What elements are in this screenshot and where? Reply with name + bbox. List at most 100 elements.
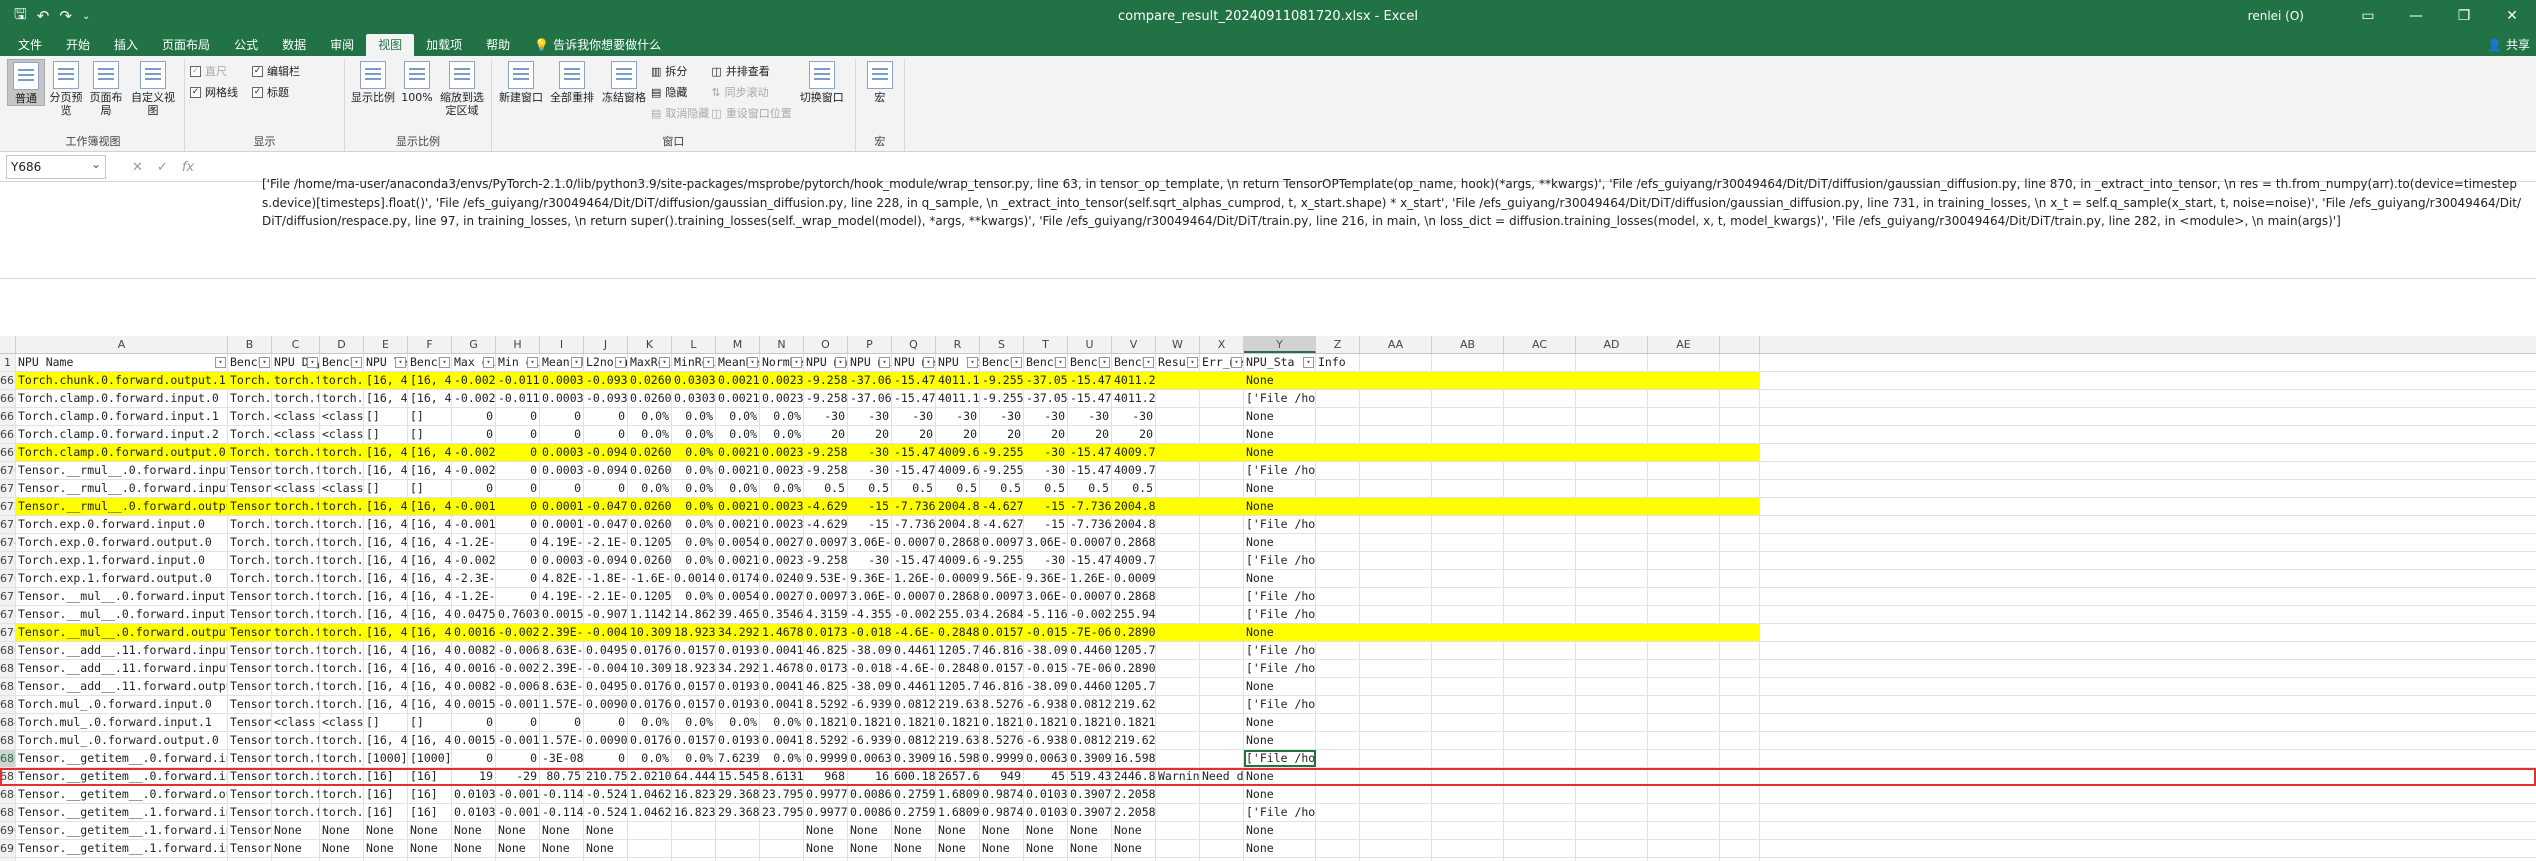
column-header-Z[interactable]: Z xyxy=(1316,336,1360,353)
tab-6[interactable]: 审阅 xyxy=(318,34,366,56)
table-cell[interactable]: None xyxy=(1244,534,1316,551)
table-cell[interactable]: 1.680979 xyxy=(936,804,980,821)
table-cell[interactable] xyxy=(1316,840,1360,857)
table-cell[interactable]: [] xyxy=(408,426,452,443)
table-cell[interactable]: [16] xyxy=(364,786,408,803)
table-cell[interactable] xyxy=(672,822,716,839)
freeze-panes-button[interactable]: 冻结窗格 xyxy=(599,59,649,104)
table-cell[interactable]: -30 xyxy=(1112,408,1156,425)
table-cell[interactable]: 0.000335 xyxy=(540,462,584,479)
table-cell[interactable]: [16, 4, xyxy=(408,642,452,659)
table-cell[interactable] xyxy=(1200,696,1244,713)
table-cell[interactable]: 3.06E-07 xyxy=(848,588,892,605)
restore-button[interactable]: ❐ xyxy=(2440,8,2488,24)
table-cell[interactable]: 2.021074 xyxy=(628,768,672,785)
table-cell[interactable] xyxy=(1156,732,1200,749)
table-cell[interactable]: 0.006353 xyxy=(1024,750,1068,767)
table-cell[interactable]: None xyxy=(408,822,452,839)
table-cell[interactable]: 0.997798 xyxy=(804,804,848,821)
table-cell[interactable]: 45 xyxy=(1024,768,1068,785)
row-number[interactable]: 681 xyxy=(0,660,16,677)
table-cell[interactable]: [16] xyxy=(408,768,452,785)
table-cell[interactable] xyxy=(1720,624,1760,641)
table-cell[interactable]: 0.026058 xyxy=(628,372,672,389)
table-cell[interactable]: None xyxy=(320,840,364,857)
table-cell[interactable]: Tensor.__getitem__.1.forward.input.1.1 xyxy=(16,840,228,857)
row-number[interactable]: 671 xyxy=(0,480,16,497)
tab-1[interactable]: 开始 xyxy=(54,34,102,56)
table-cell[interactable]: 46.82515 xyxy=(804,678,848,695)
table-cell[interactable] xyxy=(1576,606,1648,623)
table-cell[interactable] xyxy=(1720,462,1760,479)
row-number[interactable]: 665 xyxy=(0,372,16,389)
table-cell[interactable]: 0 xyxy=(452,408,496,425)
table-cell[interactable]: 0.5 xyxy=(804,480,848,497)
table-cell[interactable]: -30 xyxy=(1024,462,1068,479)
table-cell[interactable]: 0.015753 xyxy=(980,624,1024,641)
column-title[interactable]: MeanRel▾ xyxy=(716,354,760,371)
table-cell[interactable]: 0.446123 xyxy=(892,642,936,659)
table-cell[interactable] xyxy=(1576,822,1648,839)
table-cell[interactable]: -15.4752 xyxy=(892,390,936,407)
table-cell[interactable]: 1.26E-06 xyxy=(1068,570,1112,587)
table-cell[interactable]: 39.46597 xyxy=(716,606,760,623)
table-cell[interactable] xyxy=(1156,606,1200,623)
table-cell[interactable]: Torch.mul_.0.forward.output.0 xyxy=(16,732,228,749)
column-header-M[interactable]: M xyxy=(716,336,760,353)
table-cell[interactable] xyxy=(1200,426,1244,443)
table-cell[interactable]: -7.73623 xyxy=(892,498,936,515)
new-window-button[interactable]: 新建窗口 xyxy=(497,59,545,104)
table-cell[interactable] xyxy=(1576,480,1648,497)
column-header-I[interactable]: I xyxy=(540,336,584,353)
table-cell[interactable]: torch.fl xyxy=(320,498,364,515)
table-cell[interactable]: 16.82345 xyxy=(672,786,716,803)
table-cell[interactable]: 15.54566 xyxy=(716,768,760,785)
table-cell[interactable] xyxy=(1156,624,1200,641)
table-cell[interactable]: 0.026058 xyxy=(628,498,672,515)
table-cell[interactable] xyxy=(1360,390,1432,407)
column-title[interactable]: MinRel ▾ xyxy=(672,354,716,371)
table-cell[interactable]: -0.01802 xyxy=(848,660,892,677)
table-cell[interactable]: Torch.exp.0.forward.input.0 xyxy=(16,516,228,533)
table-cell[interactable]: [16, 4, xyxy=(364,534,408,551)
table-cell[interactable]: Tensor._ xyxy=(228,498,272,515)
table-cell[interactable]: 0.017377 xyxy=(804,624,848,641)
table-cell[interactable]: Torch.mul_.0.forward.input.1 xyxy=(16,714,228,731)
table-cell[interactable]: -0.01516 xyxy=(1024,624,1068,641)
table-cell[interactable] xyxy=(1316,426,1360,443)
table-cell[interactable]: 7.62392 xyxy=(716,750,760,767)
table-cell[interactable]: 0 xyxy=(496,570,540,587)
table-cell[interactable]: 20 xyxy=(1024,426,1068,443)
enter-icon[interactable]: ✓ xyxy=(157,160,168,175)
table-cell[interactable] xyxy=(1504,804,1576,821)
table-cell[interactable]: Torch.exp.1.forward.output.0 xyxy=(16,570,228,587)
table-cell[interactable] xyxy=(1504,444,1576,461)
table-cell[interactable]: -15.4728 xyxy=(1068,444,1112,461)
table-cell[interactable]: 0.284804 xyxy=(936,624,980,641)
table-cell[interactable] xyxy=(1504,732,1576,749)
formula-content[interactable]: ['File /home/ma-user/anaconda3/envs/PyTo… xyxy=(262,175,2527,231)
table-cell[interactable]: -9.25804 xyxy=(804,552,848,569)
table-cell[interactable]: -4.35568 xyxy=(848,606,892,623)
table-cell[interactable]: [16, 4, xyxy=(364,696,408,713)
table-cell[interactable]: 0.019349 xyxy=(716,678,760,695)
table-cell[interactable]: 0.0% xyxy=(760,750,804,767)
table-cell[interactable] xyxy=(1316,768,1360,785)
table-cell[interactable] xyxy=(1576,462,1648,479)
view-side-by-side-button[interactable]: ◫ 并排查看 xyxy=(711,62,791,80)
table-cell[interactable] xyxy=(1200,444,1244,461)
table-cell[interactable] xyxy=(1316,462,1360,479)
table-cell[interactable] xyxy=(1200,732,1244,749)
column-header-T[interactable]: T xyxy=(1024,336,1068,353)
table-cell[interactable]: 8.529202 xyxy=(804,732,848,749)
table-cell[interactable]: 0.009018 xyxy=(584,696,628,713)
table-cell[interactable] xyxy=(1156,444,1200,461)
table-cell[interactable]: 0.0% xyxy=(672,462,716,479)
table-cell[interactable] xyxy=(1576,588,1648,605)
table-cell[interactable]: 1.26E-06 xyxy=(892,570,936,587)
table-cell[interactable] xyxy=(1200,840,1244,857)
table-cell[interactable]: 0.002736 xyxy=(760,534,804,551)
table-cell[interactable]: 0.27597 xyxy=(892,804,936,821)
table-cell[interactable]: <class 'f xyxy=(272,426,320,443)
table-cell[interactable]: Tensor.m xyxy=(228,732,272,749)
